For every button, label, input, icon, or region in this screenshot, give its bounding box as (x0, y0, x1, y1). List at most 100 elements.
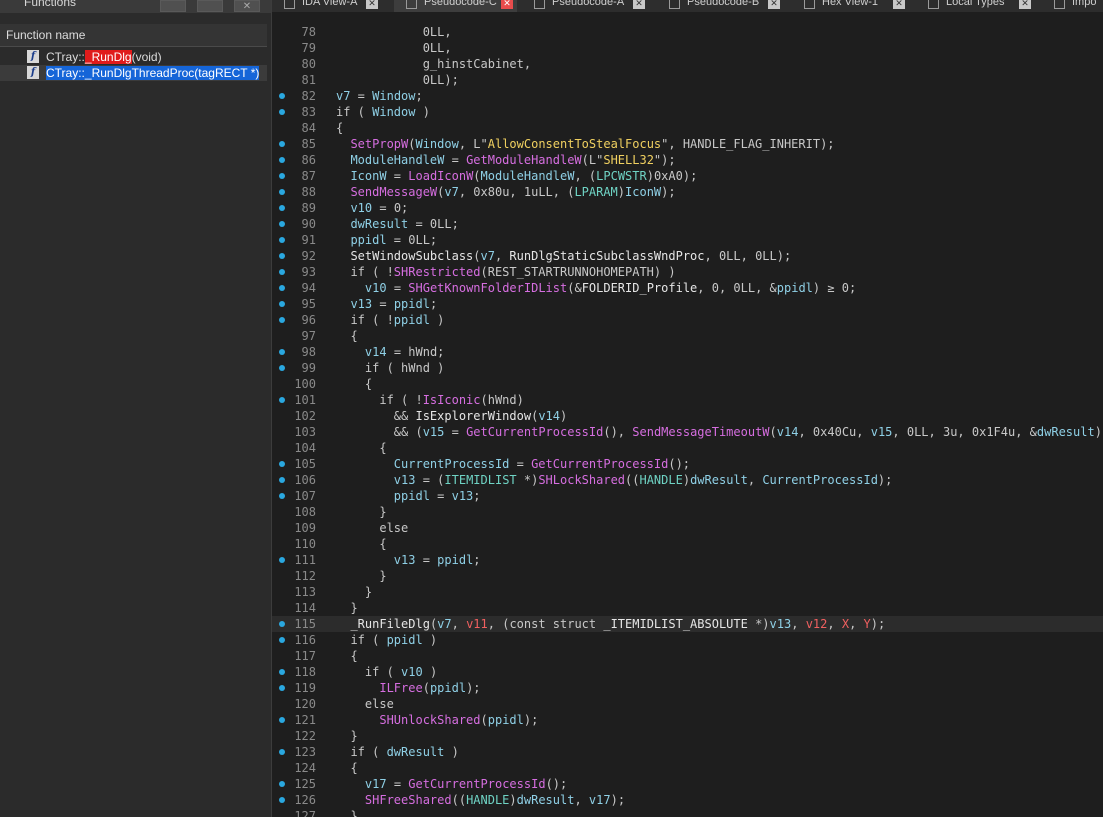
code-line[interactable]: 100 { (272, 376, 1103, 392)
breakpoint-marker[interactable] (279, 493, 285, 499)
breakpoint-marker[interactable] (279, 621, 285, 627)
breakpoint-marker[interactable] (279, 141, 285, 147)
code-line[interactable]: 125 v17 = GetCurrentProcessId(); (272, 776, 1103, 792)
code-line[interactable]: 78 0LL, (272, 24, 1103, 40)
code-line[interactable]: 83 if ( Window ) (272, 104, 1103, 120)
breakpoint-marker[interactable] (279, 397, 285, 403)
code-line[interactable]: 84 { (272, 120, 1103, 136)
tab-close-icon[interactable]: ✕ (366, 0, 378, 9)
code-line[interactable]: 103 && (v15 = GetCurrentProcessId(), Sen… (272, 424, 1103, 440)
code-line[interactable]: 123 if ( dwResult ) (272, 744, 1103, 760)
code-line[interactable]: 122 } (272, 728, 1103, 744)
tab-close-icon[interactable]: ✕ (633, 0, 645, 9)
breakpoint-marker[interactable] (279, 349, 285, 355)
tab-close-icon[interactable]: ✕ (768, 0, 780, 9)
breakpoint-marker[interactable] (279, 317, 285, 323)
breakpoint-marker[interactable] (279, 781, 285, 787)
breakpoint-marker[interactable] (279, 173, 285, 179)
breakpoint-marker[interactable] (279, 285, 285, 291)
pseudocode-view[interactable]: 78 0LL, 79 0LL, 80 g_hinstCabinet, 81 0LL);… (272, 12, 1103, 817)
code-line[interactable]: 113 } (272, 584, 1103, 600)
tab-local-types[interactable]: Local Types ✕ (916, 0, 1038, 12)
breakpoint-marker[interactable] (279, 93, 285, 99)
tab-close-icon[interactable]: ✕ (501, 0, 513, 9)
code-line[interactable]: 111 v13 = ppidl; (272, 552, 1103, 568)
breakpoint-marker[interactable] (279, 253, 285, 259)
code-line[interactable]: 127 } (272, 808, 1103, 817)
code-line[interactable]: 120 else (272, 696, 1103, 712)
code-line[interactable]: 109 else (272, 520, 1103, 536)
code-line[interactable]: 86 ModuleHandleW = GetModuleHandleW(L"SH… (272, 152, 1103, 168)
breakpoint-marker[interactable] (279, 221, 285, 227)
breakpoint-marker[interactable] (279, 237, 285, 243)
breakpoint-marker[interactable] (279, 749, 285, 755)
code-line[interactable]: 93 if ( !SHRestricted(REST_STARTRUNNOHOM… (272, 264, 1103, 280)
breakpoint-marker[interactable] (279, 797, 285, 803)
code-line[interactable]: 106 v13 = (ITEMIDLIST *)SHLockShared((HA… (272, 472, 1103, 488)
breakpoint-marker[interactable] (279, 109, 285, 115)
breakpoint-marker[interactable] (279, 461, 285, 467)
code-token: = 0; (372, 201, 409, 215)
close-panel-button[interactable]: ✕ (234, 0, 260, 12)
code-line[interactable]: 97 { (272, 328, 1103, 344)
tab-close-icon[interactable]: ✕ (1019, 0, 1031, 9)
tab-pseudocode-c[interactable]: Pseudocode-C ✕ (394, 0, 517, 12)
breakpoint-marker[interactable] (279, 477, 285, 483)
tab-pseudocode-a[interactable]: Pseudocode-A ✕ (522, 0, 652, 12)
code-line[interactable]: 89 v10 = 0; (272, 200, 1103, 216)
code-line[interactable]: 108 } (272, 504, 1103, 520)
code-line[interactable]: 91 ppidl = 0LL; (272, 232, 1103, 248)
breakpoint-marker[interactable] (279, 685, 285, 691)
code-line[interactable]: 88 SendMessageW(v7, 0x80u, 1uLL, (LPARAM… (272, 184, 1103, 200)
code-line[interactable]: 94 v10 = SHGetKnownFolderIDList(&FOLDERI… (272, 280, 1103, 296)
code-line[interactable]: 104 { (272, 440, 1103, 456)
breakpoint-marker[interactable] (279, 189, 285, 195)
code-line[interactable]: 114 } (272, 600, 1103, 616)
breakpoint-marker[interactable] (279, 669, 285, 675)
code-line[interactable]: 110 { (272, 536, 1103, 552)
function-item-rundlg[interactable]: f CTray::_RunDlg(void) (0, 49, 267, 65)
code-line[interactable]: 90 dwResult = 0LL; (272, 216, 1103, 232)
code-line[interactable]: 80 g_hinstCabinet, (272, 56, 1103, 72)
breakpoint-marker[interactable] (279, 157, 285, 163)
breakpoint-marker[interactable] (279, 557, 285, 563)
code-line[interactable]: 124 { (272, 760, 1103, 776)
code-line[interactable]: 81 0LL); (272, 72, 1103, 88)
tab-imports[interactable]: Impo (1042, 0, 1103, 12)
code-line[interactable]: 115 _RunFileDlg(v7, v11, (const struct _… (272, 616, 1103, 632)
tab-close-icon[interactable]: ✕ (893, 0, 905, 9)
pin-button[interactable] (197, 0, 223, 12)
code-line[interactable]: 99 if ( hWnd ) (272, 360, 1103, 376)
code-line[interactable]: 87 IconW = LoadIconW(ModuleHandleW, (LPC… (272, 168, 1103, 184)
function-item-rundlgthreadproc[interactable]: f CTray::_RunDlgThreadProc(tagRECT *) (0, 65, 267, 81)
code-line[interactable]: 82 v7 = Window; (272, 88, 1103, 104)
breakpoint-marker[interactable] (279, 365, 285, 371)
code-line[interactable]: 119 ILFree(ppidl); (272, 680, 1103, 696)
code-line[interactable]: 79 0LL, (272, 40, 1103, 56)
breakpoint-marker[interactable] (279, 205, 285, 211)
breakpoint-marker[interactable] (279, 301, 285, 307)
tab-hex-view-1[interactable]: Hex View-1 ✕ (792, 0, 912, 12)
code-line[interactable]: 116 if ( ppidl ) (272, 632, 1103, 648)
breakpoint-marker[interactable] (279, 717, 285, 723)
code-line[interactable]: 85 SetPropW(Window, L"AllowConsentToStea… (272, 136, 1103, 152)
code-line[interactable]: 107 ppidl = v13; (272, 488, 1103, 504)
code-line[interactable]: 105 CurrentProcessId = GetCurrentProcess… (272, 456, 1103, 472)
code-line[interactable]: 102 && IsExplorerWindow(v14) (272, 408, 1103, 424)
code-line[interactable]: 92 SetWindowSubclass(v7, RunDlgStaticSub… (272, 248, 1103, 264)
code-line[interactable]: 117 { (272, 648, 1103, 664)
breakpoint-marker[interactable] (279, 269, 285, 275)
code-line[interactable]: 112 } (272, 568, 1103, 584)
tab-pseudocode-b[interactable]: Pseudocode-B ✕ (657, 0, 787, 12)
code-line[interactable]: 98 v14 = hWnd; (272, 344, 1103, 360)
float-button[interactable] (160, 0, 186, 12)
code-line[interactable]: 126 SHFreeShared((HANDLE)dwResult, v17); (272, 792, 1103, 808)
function-name-column-header[interactable]: Function name (0, 24, 267, 47)
tab-ida-view-a[interactable]: IDA View-A ✕ (272, 0, 389, 12)
code-line[interactable]: 96 if ( !ppidl ) (272, 312, 1103, 328)
code-line[interactable]: 118 if ( v10 ) (272, 664, 1103, 680)
code-line[interactable]: 121 SHUnlockShared(ppidl); (272, 712, 1103, 728)
code-line[interactable]: 95 v13 = ppidl; (272, 296, 1103, 312)
breakpoint-marker[interactable] (279, 637, 285, 643)
code-line[interactable]: 101 if ( !IsIconic(hWnd) (272, 392, 1103, 408)
